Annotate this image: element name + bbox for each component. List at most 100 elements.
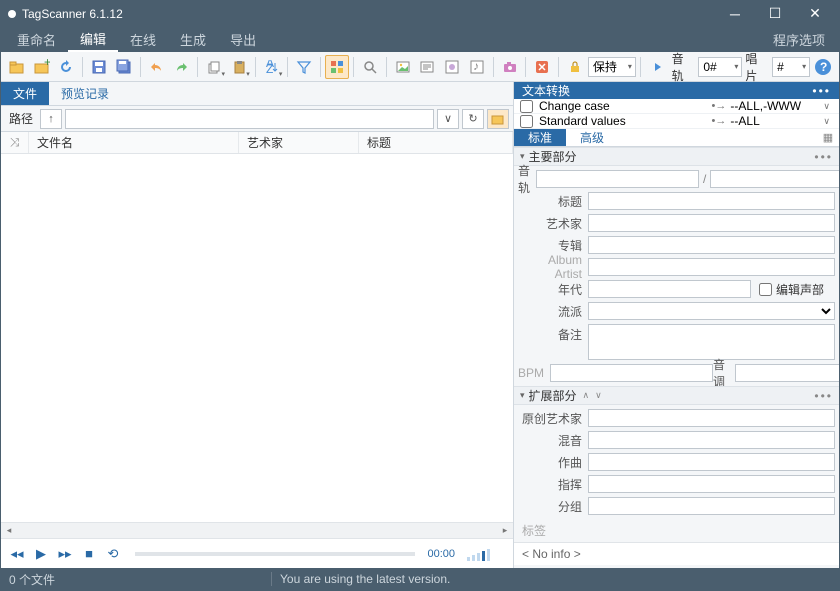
main-section-header[interactable]: ▾ 主要部分 ••• bbox=[514, 147, 839, 166]
file-table-header: ⤨ 文件名 艺术家 标题 bbox=[1, 132, 513, 154]
status-file-count: 0 个文件 bbox=[1, 571, 271, 588]
menu-export[interactable]: 导出 bbox=[218, 26, 268, 52]
save-all-button[interactable] bbox=[112, 55, 136, 79]
remove-button[interactable] bbox=[530, 55, 554, 79]
menu-edit[interactable]: 编辑 bbox=[68, 26, 118, 52]
text-conversion-menu-icon[interactable]: ••• bbox=[812, 84, 831, 98]
tag-label: 标签 bbox=[514, 519, 839, 542]
tab-advanced[interactable]: 高级 bbox=[566, 129, 618, 146]
minimize-button[interactable]: ─ bbox=[715, 1, 755, 26]
player-repeat-button[interactable]: ⟲ bbox=[103, 544, 123, 564]
tab-files[interactable]: 文件 bbox=[1, 82, 49, 105]
conv-row-standard[interactable]: Standard values •→ --ALL ∨ bbox=[514, 114, 839, 129]
player-time: 00:00 bbox=[427, 548, 455, 560]
keep-select[interactable]: 保持 bbox=[588, 57, 636, 77]
open-folder-button[interactable] bbox=[5, 55, 29, 79]
chevron-down-icon: ▾ bbox=[520, 390, 525, 401]
shuffle-icon[interactable]: ⤨ bbox=[1, 132, 29, 153]
disc-select[interactable]: # bbox=[772, 57, 810, 77]
album-artist-input[interactable] bbox=[588, 258, 835, 276]
player-stop-button[interactable]: ■ bbox=[79, 544, 99, 564]
select-all-button[interactable] bbox=[325, 55, 349, 79]
player-play-button[interactable]: ▶ bbox=[31, 544, 51, 564]
chevron-down-icon: ▾ bbox=[520, 151, 525, 162]
conv-check-standard[interactable] bbox=[520, 115, 533, 128]
comment-input[interactable] bbox=[588, 324, 835, 360]
title-input[interactable] bbox=[588, 192, 835, 210]
close-button[interactable]: ✕ bbox=[795, 1, 835, 26]
h-scrollbar[interactable]: ◂ ▸ bbox=[1, 522, 513, 538]
player-volume[interactable] bbox=[467, 547, 507, 561]
tab-grid-icon[interactable]: ▦ bbox=[817, 129, 839, 146]
bpm-input[interactable] bbox=[550, 364, 713, 382]
artist-input[interactable] bbox=[588, 214, 835, 232]
track-total-input[interactable] bbox=[710, 170, 839, 188]
col-filename[interactable]: 文件名 bbox=[29, 132, 239, 153]
picture-button[interactable] bbox=[391, 55, 415, 79]
save-button[interactable] bbox=[87, 55, 111, 79]
svg-text:Z: Z bbox=[266, 62, 273, 74]
camera-button[interactable] bbox=[498, 55, 522, 79]
edit-choir-checkbox[interactable]: 编辑声部 bbox=[759, 281, 824, 298]
help-button[interactable]: ? bbox=[811, 55, 835, 79]
player-slider[interactable] bbox=[135, 552, 415, 556]
paste-button[interactable] bbox=[227, 55, 251, 79]
menu-generate[interactable]: 生成 bbox=[168, 26, 218, 52]
key-input[interactable] bbox=[735, 364, 839, 382]
redo-button[interactable] bbox=[169, 55, 193, 79]
sort-button[interactable]: AZ bbox=[260, 55, 284, 79]
album-input[interactable] bbox=[588, 236, 835, 254]
player-prev-button[interactable]: ◂◂ bbox=[7, 544, 27, 564]
next-button[interactable] bbox=[645, 55, 669, 79]
app-icon bbox=[8, 10, 16, 18]
ext-section-header[interactable]: ▾ 扩展部分 ∧ ∨ ••• bbox=[514, 386, 839, 405]
col-artist[interactable]: 艺术家 bbox=[239, 132, 359, 153]
tag-view-button[interactable] bbox=[415, 55, 439, 79]
add-folder-button[interactable]: + bbox=[30, 55, 54, 79]
path-input[interactable] bbox=[65, 109, 434, 129]
col-title[interactable]: 标题 bbox=[359, 132, 513, 153]
find-button[interactable] bbox=[358, 55, 382, 79]
orig-artist-input[interactable] bbox=[588, 409, 835, 427]
path-browse-button[interactable] bbox=[487, 109, 509, 129]
menu-rename[interactable]: 重命名 bbox=[5, 26, 68, 52]
tab-preview[interactable]: 预览记录 bbox=[49, 82, 121, 105]
genre-select[interactable] bbox=[588, 302, 835, 320]
conv-row-change-case[interactable]: Change case •→ --ALL,-WWW ∨ bbox=[514, 99, 839, 114]
filter-button[interactable] bbox=[292, 55, 316, 79]
path-reload-button[interactable]: ↻ bbox=[462, 109, 484, 129]
player-next-button[interactable]: ▸▸ bbox=[55, 544, 75, 564]
track-select[interactable]: 0# bbox=[698, 57, 742, 77]
scroll-left-icon[interactable]: ◂ bbox=[1, 524, 17, 538]
conductor-input[interactable] bbox=[588, 475, 835, 493]
arrow-icon: •→ bbox=[712, 100, 727, 112]
chevron-up-icon[interactable]: ∧ bbox=[583, 390, 590, 401]
path-row: 路径 ↑ ∨ ↻ bbox=[1, 106, 513, 132]
conv-check-change-case[interactable] bbox=[520, 100, 533, 113]
maximize-button[interactable]: ☐ bbox=[755, 1, 795, 26]
path-dropdown-button[interactable]: ∨ bbox=[437, 109, 459, 129]
section-menu-icon[interactable]: ••• bbox=[814, 150, 833, 164]
path-up-button[interactable]: ↑ bbox=[40, 109, 62, 129]
remix-input[interactable] bbox=[588, 431, 835, 449]
cover-button[interactable] bbox=[440, 55, 464, 79]
chevron-down-icon[interactable]: ∨ bbox=[820, 101, 833, 112]
group-input[interactable] bbox=[588, 497, 835, 515]
lyrics-button[interactable]: ♪ bbox=[465, 55, 489, 79]
scroll-right-icon[interactable]: ▸ bbox=[497, 524, 513, 538]
tab-standard[interactable]: 标准 bbox=[514, 129, 566, 146]
copy-button[interactable] bbox=[202, 55, 226, 79]
section-menu-icon[interactable]: ••• bbox=[814, 389, 833, 403]
track-num-input[interactable] bbox=[536, 170, 699, 188]
track-label: 音轨 bbox=[670, 50, 698, 84]
menu-preferences[interactable]: 程序选项 bbox=[763, 26, 835, 52]
toolbar: + AZ ♪ 保持 音轨 0# 唱片 # ? bbox=[1, 52, 839, 82]
undo-button[interactable] bbox=[145, 55, 169, 79]
chevron-down-icon[interactable]: ∨ bbox=[595, 390, 602, 401]
composer-input[interactable] bbox=[588, 453, 835, 471]
refresh-button[interactable] bbox=[55, 55, 79, 79]
lock-button[interactable] bbox=[563, 55, 587, 79]
chevron-down-icon[interactable]: ∨ bbox=[820, 116, 833, 127]
year-input[interactable] bbox=[588, 280, 751, 298]
menu-online[interactable]: 在线 bbox=[118, 26, 168, 52]
